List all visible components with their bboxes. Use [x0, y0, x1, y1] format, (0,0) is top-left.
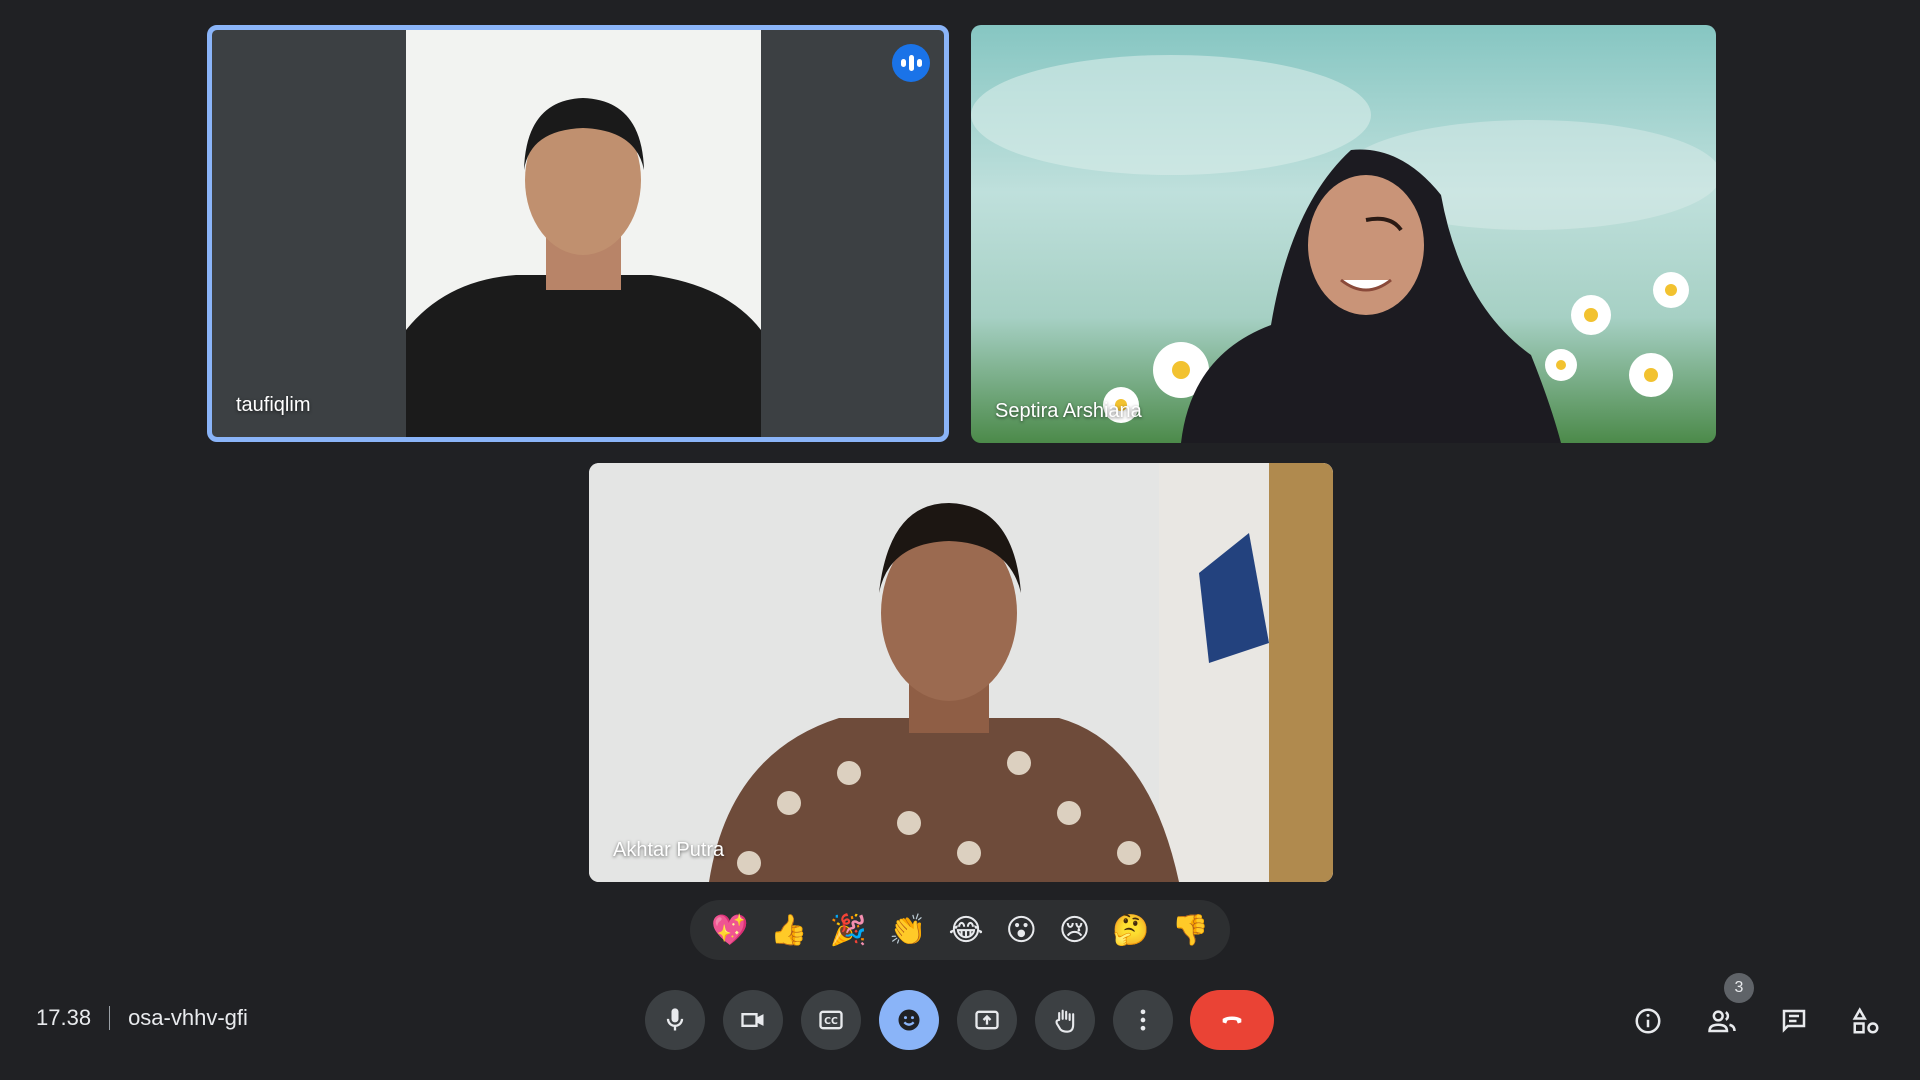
participant-tile-septira[interactable]: Septira Arshiana — [971, 25, 1716, 443]
captions-icon: CC — [819, 1010, 843, 1030]
meeting-info: 17.38 osa-vhhv-gfi — [36, 1005, 248, 1031]
reaction-thinking[interactable]: 🤔 — [1112, 913, 1149, 948]
participant-video — [406, 30, 761, 437]
activities-button[interactable] — [1848, 1003, 1884, 1039]
reaction-thumbs-up[interactable]: 👍 — [770, 913, 807, 948]
participant-video — [589, 463, 1333, 882]
people-icon — [1708, 1010, 1736, 1033]
emoji-icon — [898, 1009, 920, 1031]
participant-tile-taufiqlim[interactable]: taufiqlim — [207, 25, 949, 442]
reaction-thumbs-down[interactable]: 👎 — [1172, 913, 1209, 948]
meeting-code: osa-vhhv-gfi — [128, 1005, 248, 1030]
participant-video — [971, 55, 1716, 443]
chat-icon — [1782, 1009, 1806, 1033]
participant-name: taufiqlim — [236, 394, 311, 416]
svg-text:CC: CC — [824, 1016, 838, 1027]
chat-button[interactable] — [1776, 1003, 1812, 1039]
reaction-surprised[interactable]: 😮 — [1006, 913, 1037, 948]
camera-icon — [741, 1013, 764, 1027]
reaction-laughing[interactable]: 😂 — [949, 913, 984, 948]
emoji-reactions-button[interactable] — [879, 990, 939, 1050]
reaction-party-popper[interactable]: 🎉 — [830, 913, 867, 948]
reactions-bar: 💖 👍 🎉 👏 😂 😮 😢 🤔 👎 — [690, 900, 1230, 960]
reaction-crying[interactable]: 😢 — [1059, 913, 1090, 948]
participant-tile-akhtar[interactable]: Akhtar Putra — [589, 463, 1333, 882]
meeting-time: 17.38 — [36, 1005, 92, 1030]
participant-count-badge: 3 — [1724, 973, 1754, 1003]
reaction-clapping[interactable]: 👏 — [889, 913, 926, 948]
more-options-button[interactable] — [1113, 990, 1173, 1050]
camera-button[interactable] — [723, 990, 783, 1050]
mic-icon — [666, 1008, 684, 1031]
speaking-indicator-icon — [892, 44, 930, 82]
raise-hand-button[interactable] — [1035, 990, 1095, 1050]
people-button[interactable] — [1704, 1003, 1740, 1039]
activities-icon — [1852, 1007, 1879, 1034]
participant-name: Akhtar Putra — [613, 839, 725, 861]
present-button[interactable] — [957, 990, 1017, 1050]
info-icon — [1635, 1008, 1661, 1034]
end-call-icon — [1222, 1016, 1242, 1024]
raise-hand-icon — [1055, 1009, 1075, 1033]
participant-name: Septira Arshiana — [995, 400, 1142, 422]
divider — [109, 1006, 111, 1030]
reaction-sparkling-heart[interactable]: 💖 — [711, 913, 748, 948]
end-call-button[interactable] — [1190, 990, 1274, 1050]
captions-button[interactable]: CC — [801, 990, 861, 1050]
present-icon — [975, 1010, 999, 1030]
more-options-icon — [1140, 1009, 1146, 1031]
mic-button[interactable] — [645, 990, 705, 1050]
meeting-details-button[interactable] — [1630, 1003, 1666, 1039]
